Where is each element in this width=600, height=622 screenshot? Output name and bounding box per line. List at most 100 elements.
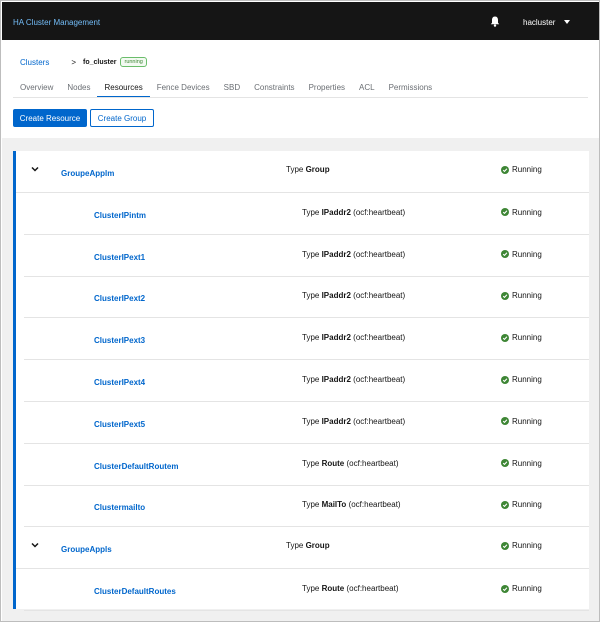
status-text: Running xyxy=(512,416,542,426)
resource-agent: (ocf:heartbeat) xyxy=(353,249,406,259)
status-text: Running xyxy=(512,207,542,217)
bell-icon[interactable] xyxy=(490,16,500,27)
app-title[interactable]: HA Cluster Management xyxy=(13,18,100,27)
resource-status: Running xyxy=(501,208,542,217)
resource-agent: (ocf:heartbeat) xyxy=(353,207,406,217)
resource-row[interactable]: ClusterIPintm Type IPaddr2 (ocf:heartbeat… xyxy=(24,193,589,235)
status-text: Running xyxy=(512,584,542,593)
resource-type: Type IPaddr2 (ocf:heartbeat) xyxy=(302,417,405,426)
type-value: Group xyxy=(305,165,330,174)
resource-status: Running xyxy=(501,584,542,593)
resource-name-link[interactable]: GroupeApplm xyxy=(61,169,114,178)
user-menu-toggle[interactable]: hacluster xyxy=(523,18,555,27)
tab-permissions[interactable]: Permissions xyxy=(382,81,440,98)
resource-row[interactable]: Clustermailto Type MailTo (ocf:heartbeat)… xyxy=(24,485,589,528)
type-value: IPaddr2 xyxy=(321,207,351,217)
resource-name-link[interactable]: ClusterIPintm xyxy=(94,211,146,220)
status-text: Running xyxy=(512,375,542,384)
type-value: IPaddr2 xyxy=(321,375,351,384)
status-text: Running xyxy=(512,165,542,174)
resource-name-link[interactable]: ClusterDefaultRoutem xyxy=(94,462,178,471)
resource-name-link[interactable]: Clustermailto xyxy=(94,503,145,512)
resource-status: Running xyxy=(501,459,542,468)
resource-name-link[interactable]: ClusterIPext4 xyxy=(94,378,145,387)
resource-row[interactable]: ClusterDefaultRoutem Type Route (ocf:hear… xyxy=(24,444,589,486)
type-value: Route xyxy=(321,584,345,593)
chevron-down-icon[interactable] xyxy=(31,541,39,549)
resource-status: Running xyxy=(501,417,542,426)
type-label: Type xyxy=(302,207,320,217)
check-circle-icon xyxy=(501,333,509,342)
type-label: Type xyxy=(302,416,320,426)
check-circle-icon xyxy=(501,584,509,593)
create-resource-button[interactable]: Create Resource xyxy=(13,109,87,127)
masthead: HA Cluster Management hacluster xyxy=(2,2,599,40)
resource-name-link[interactable]: ClusterIPext3 xyxy=(94,336,145,345)
group-row[interactable]: GroupeAppls Type Group Running xyxy=(16,527,589,570)
breadcrumb-current: fo_cluster xyxy=(83,58,117,66)
resource-name-link[interactable]: ClusterIPext1 xyxy=(94,253,145,262)
type-value: IPaddr2 xyxy=(321,333,351,343)
resource-agent: (ocf:heartbeat) xyxy=(353,416,406,426)
tab-overview[interactable]: Overview xyxy=(13,81,60,98)
resource-type: Type IPaddr2 (ocf:heartbeat) xyxy=(302,208,405,217)
type-label: Type xyxy=(286,165,304,174)
resource-status: Running xyxy=(501,500,542,509)
resource-name-link[interactable]: ClusterIPext5 xyxy=(94,420,145,429)
tab-acl[interactable]: ACL xyxy=(352,81,382,98)
resource-agent: (ocf:heartbeat) xyxy=(348,500,401,510)
check-circle-icon xyxy=(501,417,509,426)
type-label: Type xyxy=(302,333,320,343)
resource-agent: (ocf:heartbeat) xyxy=(353,375,406,384)
tab-sbd[interactable]: SBD xyxy=(217,81,247,98)
tab-properties[interactable]: Properties xyxy=(302,81,352,98)
resource-type: Type Route (ocf:heartbeat) xyxy=(302,584,399,593)
tab-bar: Overview Nodes Resources Fence Devices SBD Co… xyxy=(13,81,439,98)
app-window: HA Cluster Management hacluster Clusters… xyxy=(0,0,600,622)
type-label: Type xyxy=(302,375,320,384)
resource-row[interactable]: ClusterIPext2 Type IPaddr2 (ocf:heartbeat… xyxy=(24,276,589,319)
resource-status: Running xyxy=(501,250,542,259)
chevron-down-icon[interactable] xyxy=(31,165,39,173)
resource-status: Running xyxy=(501,375,542,384)
resource-row[interactable]: ClusterIPext1 Type IPaddr2 (ocf:heartbeat… xyxy=(24,235,589,277)
status-text: Running xyxy=(512,458,542,468)
resource-type: Type IPaddr2 (ocf:heartbeat) xyxy=(302,291,405,300)
resource-row[interactable]: ClusterIPext3 Type IPaddr2 (ocf:heartbeat… xyxy=(24,318,589,361)
resource-status: Running xyxy=(501,541,542,550)
resource-type: Type Group xyxy=(286,165,330,174)
resource-name-link[interactable]: ClusterIPext2 xyxy=(94,294,145,303)
status-text: Running xyxy=(512,541,542,551)
type-value: Group xyxy=(305,541,330,551)
resource-agent: (ocf:heartbeat) xyxy=(346,584,399,593)
resource-status: Running xyxy=(501,165,542,174)
check-circle-icon xyxy=(501,291,509,300)
tab-divider xyxy=(13,97,588,98)
resource-status: Running xyxy=(501,291,542,300)
resource-name-link[interactable]: ClusterDefaultRoutes xyxy=(94,587,176,596)
status-text: Running xyxy=(512,500,542,510)
type-value: IPaddr2 xyxy=(321,249,351,259)
tab-resources[interactable]: Resources xyxy=(97,81,150,98)
group-row[interactable]: GroupeApplm Type Group Running xyxy=(16,151,589,193)
resource-row[interactable]: ClusterIPext5 Type IPaddr2 (ocf:heartbeat… xyxy=(24,402,589,444)
type-value: IPaddr2 xyxy=(321,291,351,301)
check-circle-icon xyxy=(501,165,509,174)
tab-nodes[interactable]: Nodes xyxy=(60,81,97,98)
caret-down-icon[interactable] xyxy=(564,20,570,24)
tab-constraints[interactable]: Constraints xyxy=(247,81,301,98)
resource-tree: GroupeApplm Type Group Running ClusterIPint… xyxy=(13,151,589,611)
type-label: Type xyxy=(302,458,320,468)
resource-type: Type IPaddr2 (ocf:heartbeat) xyxy=(302,250,405,259)
resource-row[interactable]: ClusterIPext4 Type IPaddr2 (ocf:heartbeat… xyxy=(24,360,589,402)
resource-row[interactable]: ClusterDefaultRoutes Type Route (ocf:hear… xyxy=(24,569,589,611)
create-group-button[interactable]: Create Group xyxy=(90,109,154,127)
type-label: Type xyxy=(302,249,320,259)
breadcrumb-clusters-link[interactable]: Clusters xyxy=(20,58,49,67)
resource-status: Running xyxy=(501,333,542,342)
resource-agent: (ocf:heartbeat) xyxy=(353,333,406,343)
tab-fence-devices[interactable]: Fence Devices xyxy=(150,81,217,98)
status-text: Running xyxy=(512,291,542,301)
chevron-right-icon: > xyxy=(71,57,77,67)
resource-name-link[interactable]: GroupeAppls xyxy=(61,545,112,554)
